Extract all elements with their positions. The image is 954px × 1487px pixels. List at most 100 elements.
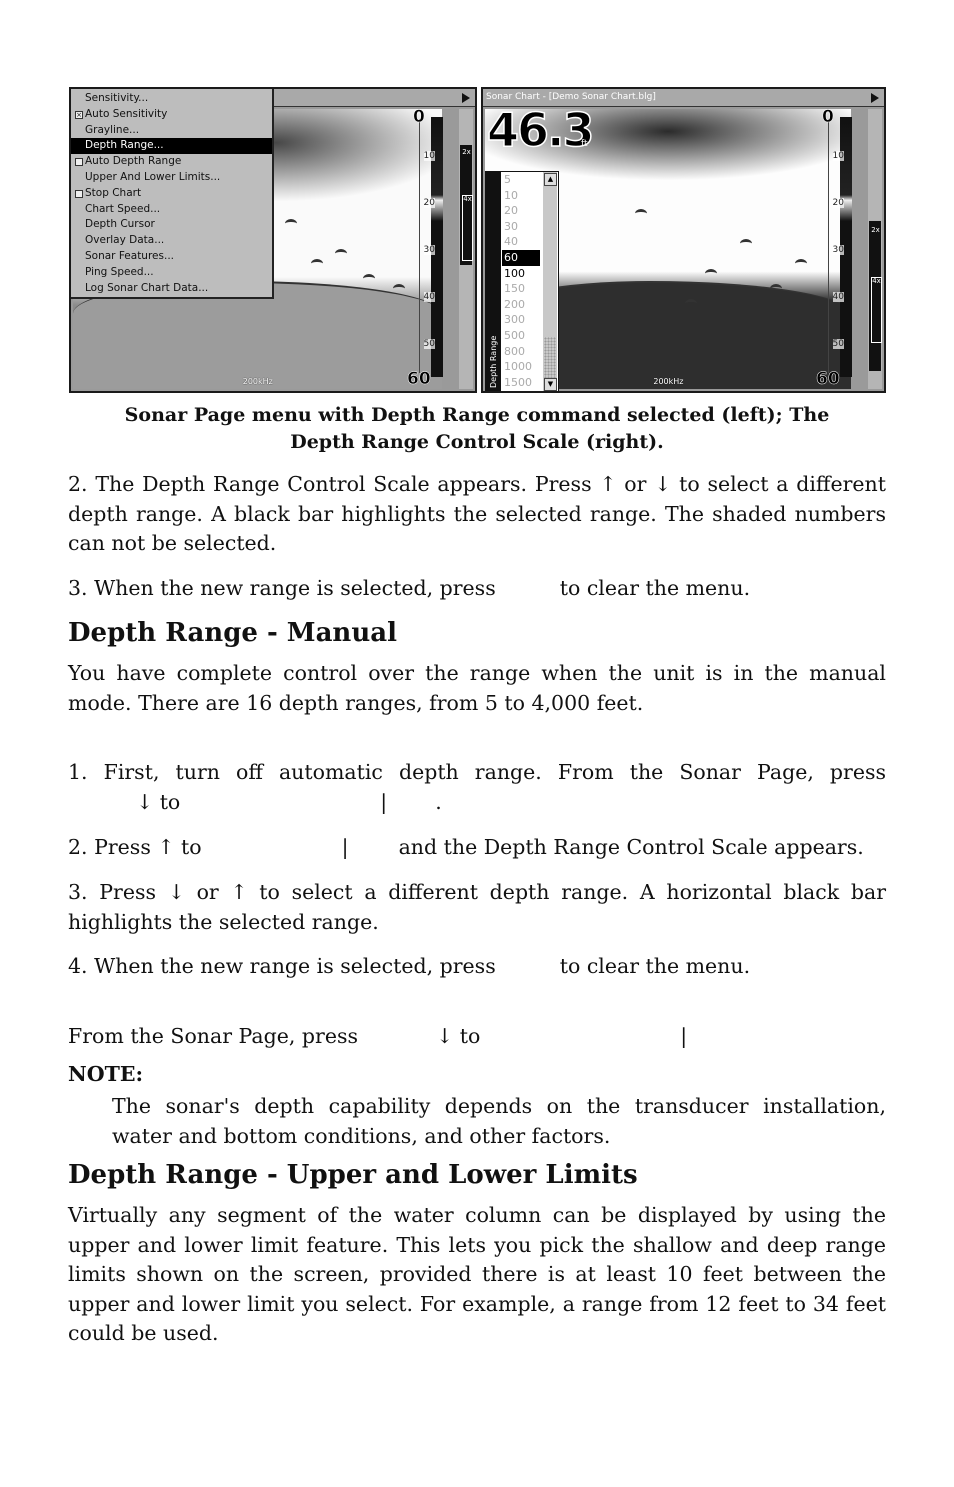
note-label: NOTE:: [68, 1062, 144, 1086]
limits-paragraph: Virtually any segment of the water colum…: [68, 1203, 886, 1345]
scale-tick: 30: [423, 245, 435, 255]
menu-item-label: Depth Cursor: [85, 218, 155, 231]
step-text: |: [341, 835, 349, 859]
checkbox-unchecked-icon[interactable]: [75, 158, 83, 167]
menu-item-grayline[interactable]: Grayline...: [71, 123, 272, 139]
depth-range-control-screenshot: Sonar Chart - [Demo Sonar Chart.blg] 200…: [481, 87, 886, 393]
fish-arch-icon: [770, 284, 782, 293]
menu-item-depth-cursor[interactable]: Depth Cursor: [71, 217, 272, 233]
scale-top-label: 0: [822, 107, 834, 128]
scale-tick: 20: [423, 198, 435, 208]
step-text: 2. Press ↑ to: [68, 835, 202, 859]
menu-item-depth-range[interactable]: Depth Range...: [71, 138, 272, 155]
step-text: and the Depth Range Control Scale appear…: [398, 835, 864, 859]
depth-range-option: 150: [504, 282, 525, 296]
scale-tick: 10: [423, 151, 435, 161]
step-text: ↓ to: [436, 1024, 481, 1048]
menu-item-log-sonar-chart-data[interactable]: Log Sonar Chart Data...: [71, 281, 272, 297]
checkbox-checked-icon[interactable]: ×: [75, 110, 83, 119]
scale-tick: 50: [423, 339, 435, 349]
depth-range-option: 300: [504, 313, 525, 327]
sonar-page-menu: Sensitivity... × Auto Sensitivity Graylin…: [71, 89, 274, 299]
frequency-label: 200kHz: [242, 377, 273, 386]
manual-step-1: 1. First, turn off automatic depth range…: [68, 760, 886, 784]
scale-tick: 30: [832, 245, 844, 255]
menu-item-auto-depth-range[interactable]: Auto Depth Range: [71, 154, 272, 170]
scale-tick: 40: [832, 292, 844, 302]
step-text: .: [435, 790, 442, 814]
section-heading-limits: Depth Range - Upper and Lower Limits: [68, 1160, 638, 1190]
step-text: |: [680, 1024, 688, 1048]
depth-range-options: 5 10 20 30 40 60 100 150 200 300 500 800 1000 1500: [502, 172, 540, 390]
depth-range-label: Depth Range: [486, 172, 501, 391]
depth-range-option[interactable]: 100: [502, 266, 540, 282]
checkbox-unchecked-icon[interactable]: [75, 189, 83, 198]
sonar-page-menu-screenshot: 200kHz 0 10 20 30 40 50 60 2x 4x Sensiti…: [69, 87, 477, 393]
depth-range-option: 1500: [504, 375, 532, 389]
caption-line: Sonar Page menu with Depth Range command…: [124, 404, 830, 426]
manual-step-2: 2. Press ↑ to | and the Depth Range Contro…: [68, 833, 886, 863]
menu-item-chart-speed[interactable]: Chart Speed...: [71, 202, 272, 218]
section-heading-manual: Depth Range - Manual: [68, 618, 397, 648]
menu-item-label: Grayline...: [85, 123, 140, 136]
fish-arch-icon: [635, 209, 647, 218]
fish-arch-icon: [685, 299, 697, 308]
zoom-2x-label: 2x: [462, 148, 471, 156]
scale-top-label: 0: [413, 107, 425, 128]
menu-item-upper-lower-limits[interactable]: Upper And Lower Limits...: [71, 170, 272, 186]
menu-item-auto-sensitivity[interactable]: × Auto Sensitivity: [71, 107, 272, 123]
depth-range-option: 800: [504, 344, 525, 358]
depth-scale: 0 10 20 30 40 50 60: [816, 107, 852, 389]
step-text: From the Sonar Page, press: [68, 1024, 359, 1048]
menu-item-label: Depth Range...: [85, 139, 164, 152]
manual-step-4: 4. When the new range is selected, press…: [68, 952, 886, 982]
scale-bottom-label: 60: [816, 369, 840, 390]
scale-tick: 50: [832, 339, 844, 349]
scale-tick: 40: [423, 292, 435, 302]
step-text: 4. When the new range is selected, press: [68, 954, 496, 978]
zoom-bar[interactable]: 2x 4x: [868, 109, 882, 389]
menu-item-ping-speed[interactable]: Ping Speed...: [71, 265, 272, 281]
depth-range-option: 10: [504, 188, 518, 202]
menu-item-overlay-data[interactable]: Overlay Data...: [71, 233, 272, 249]
menu-arrow-icon: [462, 93, 470, 103]
depth-range-option: 200: [504, 297, 525, 311]
menu-item-stop-chart[interactable]: Stop Chart: [71, 186, 272, 202]
depth-range-control-scale[interactable]: Depth Range 5 10 20 30 40 60 100 150 200 300 500 80…: [485, 171, 559, 391]
menu-item-label: Auto Depth Range: [85, 155, 182, 168]
depth-range-option: 500: [504, 328, 525, 342]
zoom-2x-label: 2x: [871, 226, 880, 234]
figure-caption: Sonar Page menu with Depth Range command…: [68, 402, 886, 456]
scrollbar[interactable]: ▲ ▼: [543, 172, 557, 391]
manual-step-1-cont: ↓ to |.: [136, 788, 442, 818]
menu-item-label: Sonar Features...: [85, 249, 174, 262]
zoom-4x-label: 4x: [871, 277, 882, 343]
depth-range-option: 40: [504, 235, 518, 249]
fish-arch-icon: [740, 239, 752, 248]
menu-item-sonar-features[interactable]: Sonar Features...: [71, 249, 272, 265]
menu-item-label: Stop Chart: [85, 186, 142, 199]
fish-arch-icon: [335, 249, 347, 258]
menu-item-label: Sensitivity...: [85, 92, 149, 104]
window-title: Sonar Chart - [Demo Sonar Chart.blg]: [486, 92, 656, 102]
depth-range-option[interactable]: 60: [502, 249, 540, 266]
fish-arch-icon: [795, 259, 807, 268]
depth-range-option: 20: [504, 204, 518, 218]
zoom-bar[interactable]: 2x 4x: [459, 109, 473, 389]
fish-arch-icon: [705, 269, 717, 278]
step-text: to clear the menu.: [559, 954, 751, 978]
auto-depth-instruction: From the Sonar Page, press ↓ to |: [68, 1022, 886, 1052]
step-text: ↓ to: [136, 790, 181, 814]
zoom-4x-label: 4x: [462, 195, 473, 261]
menu-item-label: Upper And Lower Limits...: [85, 170, 221, 183]
note-body: The sonar's depth capability depends on …: [112, 1094, 886, 1148]
scroll-up-icon[interactable]: ▲: [544, 173, 557, 186]
manual-step-3: 3. Press ↓ or ↑ to select a different de…: [68, 880, 886, 934]
menu-item-label: Overlay Data...: [85, 234, 165, 247]
scroll-down-icon[interactable]: ▼: [544, 378, 557, 391]
menu-item-sensitivity[interactable]: Sensitivity...: [71, 91, 272, 107]
fish-arch-icon: [393, 284, 405, 293]
depth-range-option: 1000: [504, 360, 532, 374]
scale-tick: 10: [832, 151, 844, 161]
menu-item-label: Chart Speed...: [85, 202, 161, 215]
